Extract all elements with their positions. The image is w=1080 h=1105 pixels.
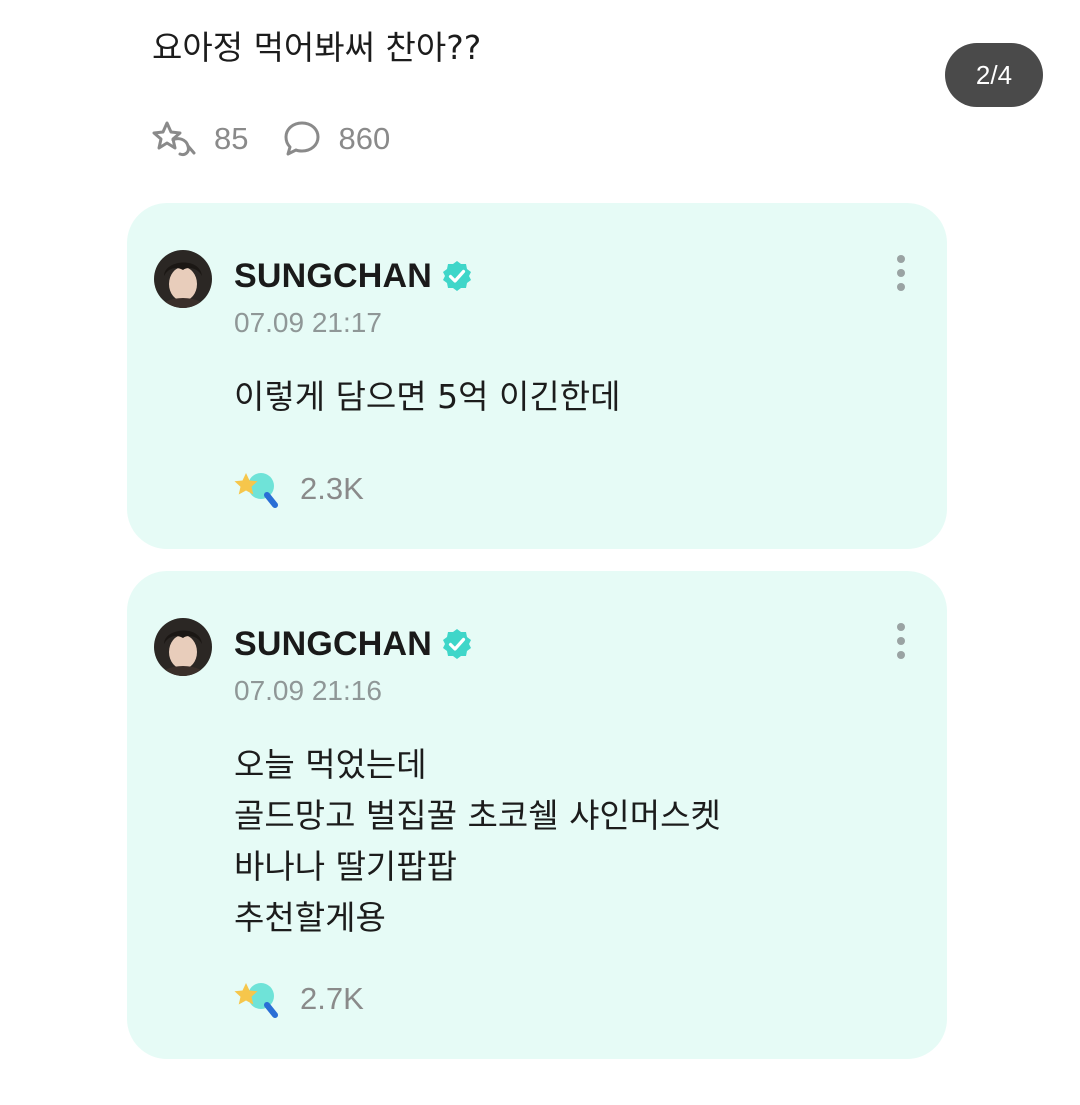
post-text: 요아정 먹어봐써 찬아??	[152, 28, 482, 67]
comment-timestamp: 07.09 21:16	[234, 675, 382, 706]
comment-author-name[interactable]: SUNGCHAN	[234, 625, 432, 664]
comment-body: 오늘 먹었는데 골드망고 벌집꿀 초코쉘 샤인머스켓 바나나 딸기팝팝 추천할게…	[234, 745, 721, 937]
avatar[interactable]	[154, 618, 212, 676]
post-comment-button[interactable]: 860	[282, 119, 390, 159]
comment-author-row: SUNGCHAN	[234, 623, 474, 665]
more-options-button[interactable]	[889, 619, 913, 667]
comment-body: 이렇게 담으면 5억 이긴한데	[234, 377, 621, 416]
star-sparkle-outline-icon	[152, 119, 198, 159]
avatar[interactable]	[154, 250, 212, 308]
verified-badge-icon	[432, 627, 474, 661]
more-vertical-icon	[889, 619, 913, 667]
more-options-button[interactable]	[889, 251, 913, 299]
post-reaction-button[interactable]: 85	[152, 119, 248, 159]
post-comment-count: 860	[338, 121, 391, 156]
post-stats: 85 860	[152, 116, 390, 162]
page-counter: 2/4	[945, 43, 1043, 107]
speech-bubble-icon	[282, 119, 322, 159]
post-reaction-count: 85	[214, 121, 249, 156]
comment-timestamp: 07.09 21:17	[234, 307, 382, 338]
comment-card: SUNGCHAN 07.09 21:17 이렇게 담으면 5억 이긴한데 2.3…	[127, 203, 947, 549]
comment-author-row: SUNGCHAN	[234, 255, 474, 297]
star-lollipop-icon	[234, 467, 280, 511]
comment-author-name[interactable]: SUNGCHAN	[234, 257, 432, 296]
comment-reaction-count: 2.7K	[300, 981, 364, 1016]
star-lollipop-icon	[234, 977, 280, 1021]
comment-reaction-count: 2.3K	[300, 471, 364, 506]
comment-card: SUNGCHAN 07.09 21:16 오늘 먹었는데 골드망고 벌집꿀 초코…	[127, 571, 947, 1059]
more-vertical-icon	[889, 251, 913, 299]
comment-reaction-button[interactable]: 2.3K	[234, 467, 364, 511]
comment-reaction-button[interactable]: 2.7K	[234, 977, 364, 1021]
verified-badge-icon	[432, 259, 474, 293]
